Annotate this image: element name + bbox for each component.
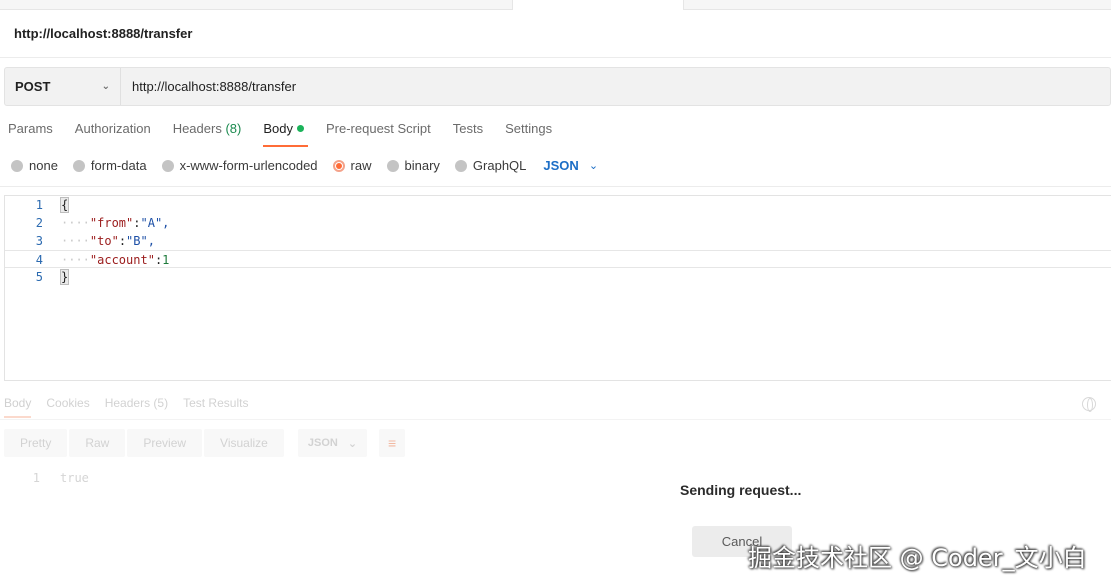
code-line-current: 4 ····"account":1 [5,250,1111,268]
line-number: 1 [32,471,40,485]
globe-icon[interactable] [1082,397,1096,412]
response-tabs: Body Cookies Headers (5) Test Results [4,396,263,418]
code-line: 2 ····"from":"A", [5,214,1111,232]
method-label: POST [15,79,51,94]
headers-count: (8) [225,121,242,136]
divider [0,186,1111,187]
radio-circle-selected [332,159,345,172]
line-number: 2 [35,216,43,230]
wrap-lines-icon[interactable]: ≡ [379,429,406,457]
code-line: 3 ····"to":"B", [5,232,1111,250]
radio-graphql[interactable]: GraphQL [454,158,526,173]
sending-status: Sending request... [680,482,802,498]
watermark: 掘金技术社区 @ Coder_文小白 [748,544,1087,572]
radio-none[interactable]: none [11,158,58,173]
view-raw[interactable]: Raw [69,429,126,457]
line-number: 5 [35,270,43,284]
radio-binary[interactable]: binary [386,158,440,173]
body-editor[interactable]: 1 { 2 ····"from":"A", 3 ····"to":"B", 4 … [4,195,1111,381]
chevron-down-icon: ⌄ [101,81,110,92]
view-pretty[interactable]: Pretty [4,429,68,457]
chevron-down-icon: ⌄ [347,437,358,450]
line-number: 4 [35,253,43,267]
radio-circle [454,159,467,172]
body-indicator-dot [296,125,304,132]
response-tab-cookies[interactable]: Cookies [46,396,89,416]
method-select[interactable]: POST ⌄ [5,68,121,105]
tab-settings[interactable]: Settings [505,121,552,144]
code-line: 1 { [5,196,1111,214]
url-bar: POST ⌄ http://localhost:8888/transfer [4,67,1111,106]
radio-circle [161,159,174,172]
response-view-modes: Pretty Raw Preview Visualize JSON ⌄ ≡ [4,429,406,457]
active-request-tab[interactable] [512,0,684,10]
response-format-select[interactable]: JSON ⌄ [297,429,368,457]
request-name[interactable]: http://localhost:8888/transfer [14,26,192,41]
tab-headers[interactable]: Headers (8) [173,121,242,144]
response-tab-headers[interactable]: Headers (5) [105,396,168,416]
radio-circle [386,159,399,172]
response-value: true [60,471,89,485]
chevron-down-icon[interactable]: ⌄ [589,159,598,172]
tab-authorization[interactable]: Authorization [75,121,151,144]
tab-tests[interactable]: Tests [453,121,483,144]
radio-raw[interactable]: raw [332,158,372,173]
tab-pre-request-script[interactable]: Pre-request Script [326,121,431,144]
divider [0,57,1111,58]
line-number: 1 [35,198,43,212]
radio-circle [11,159,23,172]
radio-form-data[interactable]: form-data [72,158,147,173]
view-visualize[interactable]: Visualize [204,429,284,457]
divider [0,419,1111,420]
tab-strip [0,0,1111,10]
language-select[interactable]: JSON [543,158,578,173]
radio-urlencoded[interactable]: x-www-form-urlencoded [161,158,318,173]
tab-body[interactable]: Body [263,121,308,147]
line-number: 3 [35,234,43,248]
body-type-options: none form-data x-www-form-urlencoded raw… [11,158,598,173]
response-tab-test-results[interactable]: Test Results [183,396,248,416]
request-tabs: Params Authorization Headers (8) Body Pr… [8,121,574,147]
view-preview[interactable]: Preview [127,429,203,457]
radio-circle [72,159,85,172]
response-tab-body[interactable]: Body [4,396,32,418]
tab-params[interactable]: Params [8,121,53,144]
code-line: 5 } [5,268,1111,286]
url-input[interactable]: http://localhost:8888/transfer [121,68,1110,105]
